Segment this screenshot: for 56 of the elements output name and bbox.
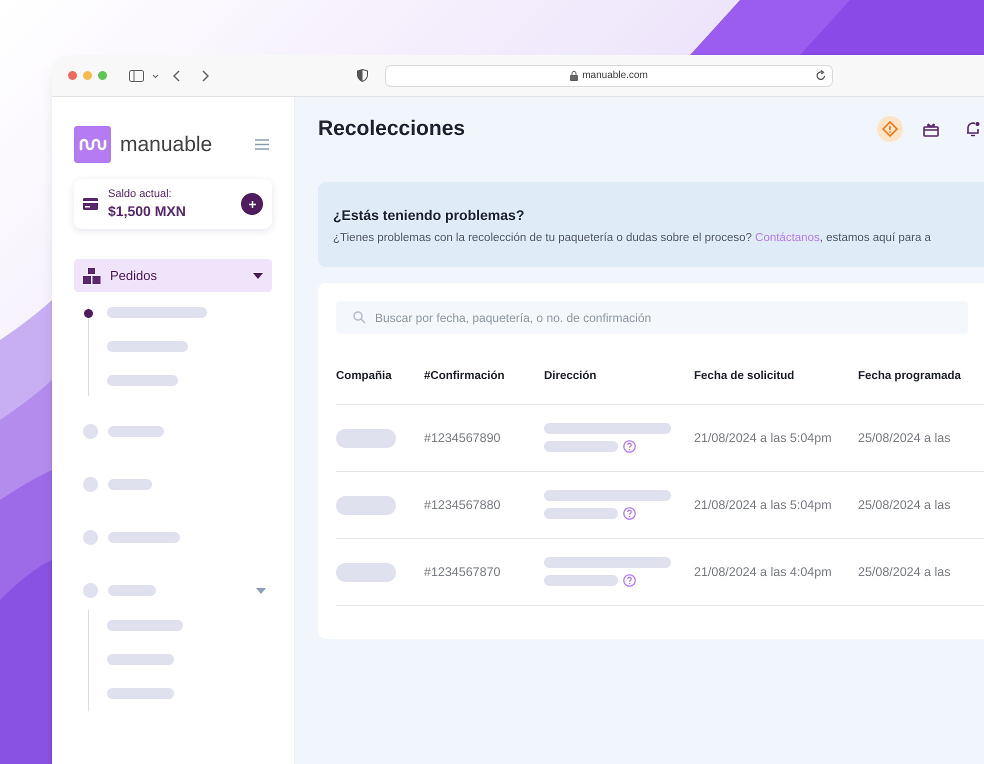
gift-icon[interactable] — [923, 122, 939, 136]
url-text: manuable.com — [582, 69, 648, 83]
menu-icon[interactable] — [255, 139, 269, 150]
warning-icon — [882, 121, 898, 137]
credit-card-icon — [83, 198, 98, 210]
plus-icon — [248, 200, 256, 208]
confirmation-number: #1234567870 — [424, 564, 502, 581]
back-icon[interactable] — [173, 70, 181, 82]
add-balance-button[interactable] — [241, 193, 263, 215]
address-bar[interactable]: manuable.com — [385, 64, 833, 86]
shield-icon[interactable] — [357, 69, 368, 82]
boxes-icon — [83, 268, 101, 284]
column-header: #Confirmación — [424, 369, 506, 384]
balance-amount: $1,500 MXN — [108, 202, 186, 221]
search-bar[interactable]: Buscar por fecha, paquetería, o no. de confirmación — [336, 301, 968, 334]
skeleton-bar — [108, 479, 152, 490]
logo-icon — [74, 126, 111, 163]
help-icon[interactable] — [623, 574, 636, 587]
scheduled-date: 25/08/2024 a las — [858, 430, 952, 447]
skeleton-bar — [107, 375, 178, 386]
page-title: Recolecciones — [318, 116, 466, 142]
skeleton-bar — [107, 688, 174, 699]
column-header: Compañia — [336, 369, 393, 384]
scheduled-date: 25/08/2024 a las — [858, 564, 952, 581]
logo-text: manuable — [120, 132, 212, 158]
skeleton-bar — [108, 585, 156, 596]
skeleton-bar — [336, 428, 396, 448]
lock-icon — [570, 70, 578, 80]
balance-label: Saldo actual: — [108, 187, 173, 201]
banner-title: ¿Estás teniendo problemas? — [333, 206, 526, 225]
search-field[interactable]: Buscar por fecha, paquetería, o no. de confirmación — [375, 308, 951, 326]
search-icon — [353, 311, 366, 324]
banner-text: ¿Tienes problemas con la recolección de tu paquetería o dudas sobre el proceso? Contáctanos, estamos aquí para a — [333, 231, 932, 246]
skeleton-bar — [336, 496, 396, 514]
help-icon[interactable] — [623, 507, 636, 520]
sidebar-toggle-icon[interactable] — [129, 70, 159, 82]
skeleton-bar — [336, 562, 396, 582]
skeleton-bar — [108, 532, 180, 543]
request-date: 21/08/2024 a las 5:04pm — [694, 496, 833, 514]
skeleton-bar — [107, 654, 174, 665]
warning-button[interactable] — [877, 116, 903, 142]
scheduled-date: 25/08/2024 a las — [858, 496, 952, 514]
request-date: 21/08/2024 a las 4:04pm — [694, 564, 833, 581]
reload-icon[interactable] — [816, 70, 826, 81]
column-header: Fecha de solicitud — [694, 369, 796, 384]
column-header: Dirección — [544, 369, 598, 384]
forward-icon[interactable] — [201, 70, 209, 82]
help-icon[interactable] — [623, 440, 636, 453]
skeleton-bar — [108, 426, 164, 437]
request-date: 21/08/2024 a las 5:04pm — [694, 430, 833, 447]
confirmation-number: #1234567890 — [424, 430, 502, 447]
sidebar-item[interactable]: Pedidos — [74, 259, 272, 292]
notification-bell-icon[interactable] — [966, 121, 980, 137]
confirmation-number: #1234567880 — [424, 496, 502, 514]
column-header: Fecha programada — [858, 369, 962, 384]
caret-icon — [256, 588, 266, 594]
